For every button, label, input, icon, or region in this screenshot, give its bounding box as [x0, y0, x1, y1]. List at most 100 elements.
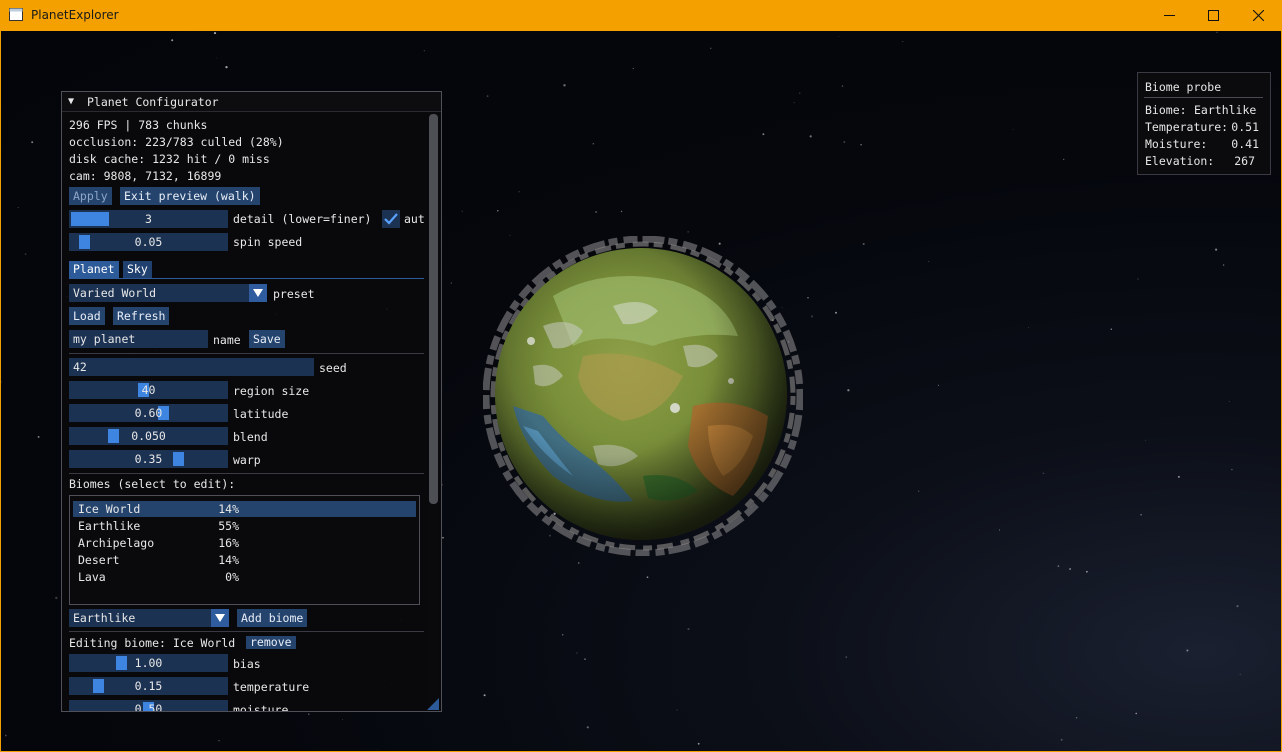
biome-probe-panel: Biome probe Biome: Earthlike Temperature… — [1137, 72, 1271, 175]
temperature-value: 0.15 — [134, 679, 163, 693]
panel-title-bar[interactable]: ▼ Planet Configurator — [62, 92, 441, 112]
biome-name: Lava — [78, 570, 106, 584]
star — [442, 484, 444, 486]
detail-label: detail (lower=finer) — [233, 212, 372, 226]
biome-list-item-desert[interactable]: Desert 14% — [73, 552, 416, 568]
star — [55, 596, 58, 600]
biome-percent: 14% — [218, 553, 239, 567]
planet-name-input[interactable]: my planet — [69, 330, 208, 348]
biome-list-item-archipelago[interactable]: Archipelago 16% — [73, 535, 416, 551]
biomes-list[interactable]: Ice World 14% Earthlike 55% Archipelago … — [69, 495, 420, 605]
biome-list-item-ice-world[interactable]: Ice World 14% — [73, 501, 416, 517]
scrollbar-thumb[interactable] — [429, 114, 438, 504]
occlusion-stat: occlusion: 223/783 culled (28%) — [69, 135, 284, 149]
divider — [69, 473, 424, 474]
detail-value: 3 — [145, 212, 152, 226]
tab-underline — [69, 278, 424, 279]
add-biome-button[interactable]: Add biome — [237, 609, 308, 627]
close-icon — [1252, 10, 1264, 21]
seed-input[interactable]: 42 — [69, 358, 314, 376]
star — [1214, 248, 1218, 251]
region-size-slider[interactable]: 40 — [69, 381, 228, 399]
star — [1, 381, 2, 383]
star — [486, 95, 489, 97]
star — [1137, 278, 1139, 280]
divider — [1144, 97, 1263, 98]
star — [1228, 400, 1230, 402]
probe-value: 267 — [1234, 154, 1255, 168]
star — [1236, 604, 1239, 608]
tab-planet[interactable]: Planet — [69, 261, 119, 278]
star — [308, 713, 310, 715]
star — [810, 315, 814, 318]
region-size-label: region size — [233, 384, 310, 398]
star — [561, 633, 564, 636]
star — [450, 282, 452, 284]
star — [1222, 264, 1225, 266]
star — [377, 749, 379, 751]
star — [632, 67, 634, 70]
biome-list-item-earthlike[interactable]: Earthlike 55% — [73, 518, 416, 534]
warp-label: warp — [233, 453, 261, 467]
collapse-arrow-icon[interactable]: ▼ — [68, 96, 74, 107]
biome-name: Archipelago — [78, 536, 155, 550]
spin-speed-slider[interactable]: 0.05 — [69, 233, 228, 251]
star — [838, 36, 840, 38]
star — [1027, 327, 1029, 329]
biome-percent: 14% — [218, 502, 239, 516]
star — [423, 50, 425, 52]
star — [1186, 649, 1189, 652]
remove-biome-button[interactable]: remove — [246, 636, 296, 649]
moisture-slider[interactable]: 0.50 — [69, 700, 228, 711]
temperature-slider[interactable]: 0.15 — [69, 677, 228, 695]
star — [586, 726, 589, 729]
refresh-button[interactable]: Refresh — [113, 307, 170, 325]
biome-list-item-lava[interactable]: Lava 0% — [73, 569, 416, 585]
star — [646, 576, 649, 579]
star — [341, 719, 343, 721]
resize-grip[interactable] — [427, 698, 439, 710]
load-button[interactable]: Load — [69, 307, 105, 325]
save-button[interactable]: Save — [249, 330, 285, 348]
biome-percent: 16% — [218, 536, 239, 550]
tab-sky[interactable]: Sky — [123, 261, 152, 278]
apply-button[interactable]: Apply — [69, 187, 112, 205]
bias-slider[interactable]: 1.00 — [69, 654, 228, 672]
star — [1063, 158, 1065, 161]
star — [762, 133, 765, 136]
planet-configurator-window[interactable]: ▼ Planet Configurator 296 FPS | 783 chun… — [61, 91, 442, 712]
maximize-button[interactable] — [1190, 0, 1236, 31]
close-button[interactable] — [1235, 0, 1281, 31]
window-title: PlanetExplorer — [31, 8, 119, 22]
star — [710, 47, 712, 49]
add-biome-combo[interactable]: Earthlike — [69, 609, 211, 627]
preset-dropdown-button[interactable] — [249, 284, 267, 302]
star — [218, 739, 220, 742]
warp-slider[interactable]: 0.35 — [69, 450, 228, 468]
latitude-value: 0.60 — [134, 406, 163, 420]
preset-label: preset — [273, 287, 315, 301]
star — [578, 562, 580, 564]
blend-slider[interactable]: 0.050 — [69, 427, 228, 445]
star — [24, 253, 27, 255]
minimize-button[interactable] — [1146, 0, 1192, 31]
add-biome-dropdown-button[interactable] — [211, 609, 229, 627]
probe-label: Moisture: — [1145, 137, 1208, 151]
preset-combo[interactable]: Varied World — [69, 284, 249, 302]
star — [1135, 712, 1137, 715]
probe-value: 0.41 — [1231, 137, 1259, 151]
exit-preview-button[interactable]: Exit preview (walk) — [120, 187, 260, 205]
star — [1012, 128, 1014, 130]
bias-label: bias — [233, 657, 261, 671]
title-bar[interactable]: PlanetExplorer — [0, 0, 1282, 31]
chevron-down-icon — [253, 289, 263, 297]
star — [1145, 439, 1146, 441]
star — [4, 734, 7, 737]
biome-name: Desert — [78, 553, 120, 567]
latitude-slider[interactable]: 0.60 — [69, 404, 228, 422]
auto-checkbox[interactable] — [382, 210, 400, 228]
star — [483, 694, 486, 697]
biome-percent: 0% — [225, 570, 239, 584]
latitude-label: latitude — [233, 407, 289, 421]
detail-slider[interactable]: 3 — [69, 210, 228, 228]
